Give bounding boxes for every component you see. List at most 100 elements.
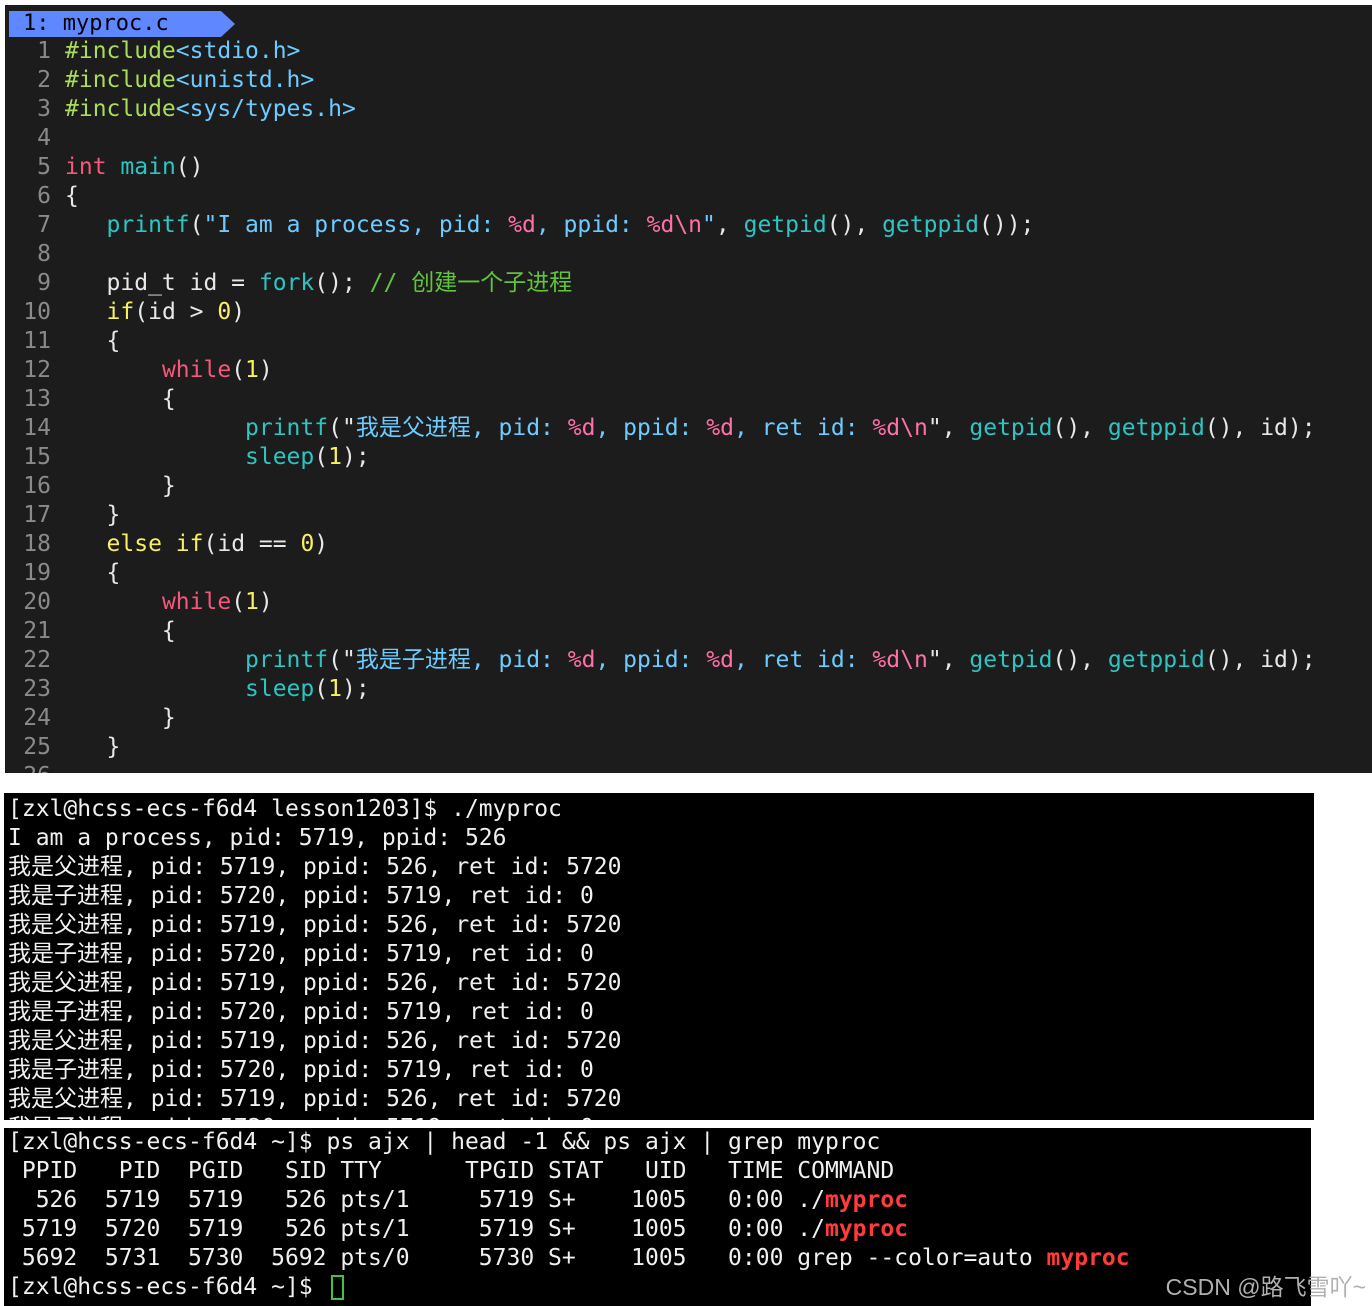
code-token: (), bbox=[1052, 647, 1108, 673]
code-token: (), id); bbox=[1204, 415, 1316, 441]
code-line: 12 while(1) bbox=[5, 356, 273, 385]
output-line: 我是子进程, pid: 5720, ppid: 5719, ret id: 0 bbox=[8, 941, 594, 967]
prompt-line[interactable]: [zxl@hcss-ecs-f6d4 ~]$ bbox=[8, 1273, 344, 1302]
line-text: } bbox=[65, 734, 121, 760]
code-line: 23 sleep(1); bbox=[5, 675, 369, 704]
code-editor[interactable]: 1: myproc.c 1 #include<stdio.h> 2 #include<… bbox=[5, 5, 1372, 773]
code-token: (" bbox=[328, 647, 356, 673]
output-line: I am a process, pid: 5719, ppid: 526 bbox=[8, 825, 507, 851]
code-line: 11 { bbox=[5, 327, 120, 356]
line-number: 16 bbox=[23, 473, 51, 499]
output-line: 我是子进程, pid: 5720, ppid: 5719, ret id: 0 bbox=[8, 1057, 594, 1083]
line-text: } bbox=[65, 473, 176, 499]
code-line: 7 printf("I am a process, pid: %d, ppid:… bbox=[5, 211, 1034, 240]
code-line: 3 #include<sys/types.h> bbox=[5, 95, 356, 124]
code-line: 19 { bbox=[5, 559, 120, 588]
tab-arrow-icon bbox=[221, 11, 235, 37]
line-number: 11 bbox=[23, 328, 51, 354]
ps-row: 526 5719 5719 526 pts/1 5719 S+ 1005 0:0… bbox=[8, 1186, 908, 1215]
code-line: 9 pid_t id = fork(); // 创建一个子进程 bbox=[5, 269, 572, 298]
line-number: 19 bbox=[23, 560, 51, 586]
code-token: %d bbox=[508, 212, 536, 238]
output-line: 我是子进程, pid: 5720, ppid: 5719, ret id: 0 bbox=[8, 1114, 594, 1120]
code-token: (" bbox=[328, 415, 356, 441]
code-token: getpid bbox=[969, 415, 1053, 441]
code-token: ) bbox=[231, 299, 246, 325]
line-text: } bbox=[65, 502, 121, 528]
ps-row: 5692 5731 5730 5692 pts/0 5730 S+ 1005 0… bbox=[8, 1244, 1130, 1273]
line-text: } bbox=[65, 705, 176, 731]
line-text: else if(id == 0) bbox=[65, 531, 329, 557]
code-token: " bbox=[927, 647, 942, 673]
code-token: %d bbox=[567, 647, 596, 673]
line-number: 20 bbox=[23, 589, 51, 615]
code-token: <stdio.h> bbox=[175, 38, 301, 64]
output-line: 我是父进程, pid: 5719, ppid: 526, ret id: 572… bbox=[8, 854, 622, 880]
code-line: 13 { bbox=[5, 385, 175, 414]
code-token: ) bbox=[258, 589, 273, 615]
line-number: 5 bbox=[37, 154, 51, 180]
code-token: else bbox=[106, 531, 162, 557]
code-token: 我是子进程, pid: bbox=[355, 647, 568, 673]
code-token: } bbox=[65, 705, 176, 731]
terminal-output[interactable]: [zxl@hcss-ecs-f6d4 lesson1203]$ ./myproc… bbox=[4, 793, 1314, 1120]
ps-command-line: [zxl@hcss-ecs-f6d4 ~]$ ps ajx | head -1 … bbox=[8, 1129, 881, 1155]
cursor-block bbox=[330, 1275, 344, 1300]
code-token: (), bbox=[826, 212, 883, 238]
code-token: ( bbox=[314, 444, 329, 470]
terminal-ps[interactable]: [zxl@hcss-ecs-f6d4 ~]$ ps ajx | head -1 … bbox=[4, 1128, 1311, 1306]
code-token: // 创建一个子进程 bbox=[369, 270, 573, 296]
code-token: #include bbox=[65, 38, 176, 64]
line-text: while(1) bbox=[65, 589, 273, 615]
code-token: (); bbox=[314, 270, 370, 296]
code-token: <sys/types.h> bbox=[175, 96, 356, 122]
code-token: , ret id: bbox=[733, 415, 873, 441]
line-number: 10 bbox=[23, 299, 51, 325]
line-text: { bbox=[65, 618, 176, 644]
code-token: , ret id: bbox=[733, 647, 873, 673]
code-token: 1 bbox=[328, 676, 342, 702]
code-line: 1 #include<stdio.h> bbox=[5, 37, 300, 66]
code-token: } bbox=[65, 473, 176, 499]
code-line: 5 int main() bbox=[5, 153, 204, 182]
code-token: () bbox=[175, 154, 204, 180]
tab-myproc-c[interactable]: 1: myproc.c bbox=[9, 11, 221, 37]
line-number: 13 bbox=[23, 386, 51, 412]
code-token: } bbox=[65, 502, 121, 528]
code-token: 我是父进程, pid: bbox=[355, 415, 568, 441]
code-token: ( bbox=[314, 676, 329, 702]
line-number: 21 bbox=[23, 618, 51, 644]
line-number: 7 bbox=[37, 212, 51, 238]
code-token: " bbox=[927, 415, 942, 441]
code-token: %d bbox=[646, 212, 675, 238]
code-line: 2 #include<unistd.h> bbox=[5, 66, 314, 95]
line-number: 4 bbox=[37, 125, 51, 151]
code-line: 18 else if(id == 0) bbox=[5, 530, 328, 559]
code-token: { bbox=[65, 560, 121, 586]
output-line: 我是父进程, pid: 5719, ppid: 526, ret id: 572… bbox=[8, 912, 622, 938]
grep-match-highlight: myproc bbox=[1046, 1245, 1130, 1271]
ps-row: 5719 5720 5719 526 pts/1 5719 S+ 1005 0:… bbox=[8, 1215, 908, 1244]
line-number: 23 bbox=[23, 676, 51, 702]
code-token: \n bbox=[674, 212, 703, 238]
line-text: #include<stdio.h> bbox=[65, 38, 300, 64]
code-token: #include bbox=[65, 96, 176, 122]
code-line: 17 } bbox=[5, 501, 120, 530]
code-token: (id > bbox=[134, 299, 218, 325]
code-token: sleep bbox=[245, 676, 315, 702]
code-token: 0 bbox=[217, 299, 232, 325]
line-text: printf("我是子进程, pid: %d, ppid: %d, ret id… bbox=[65, 647, 1316, 673]
code-token: ( bbox=[189, 212, 204, 238]
code-token: fork bbox=[258, 270, 315, 296]
line-number: 18 bbox=[23, 531, 51, 557]
code-token: ) bbox=[258, 357, 273, 383]
code-token: "I am a process, pid: bbox=[203, 212, 509, 238]
